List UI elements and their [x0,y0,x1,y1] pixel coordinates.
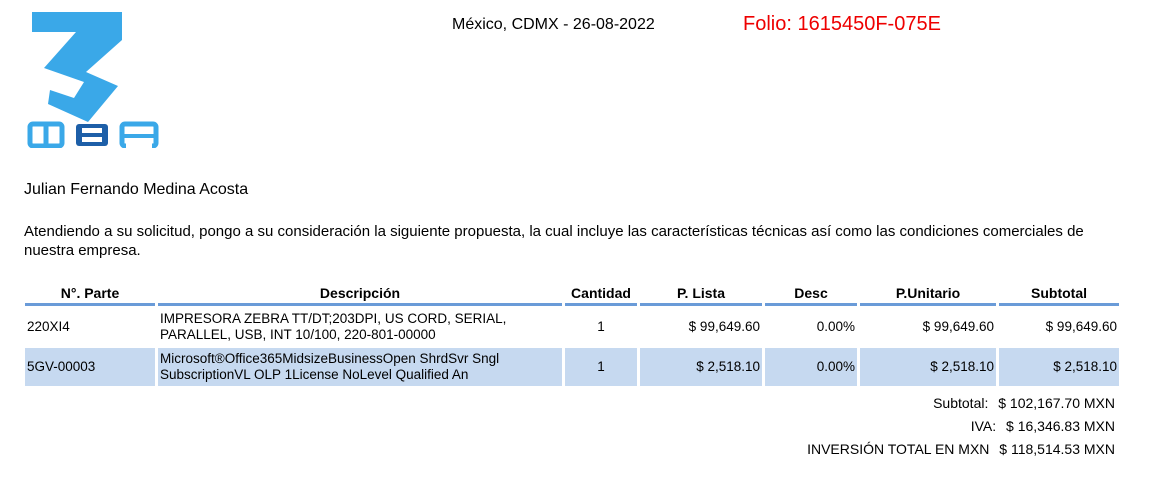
totals-block: Subtotal: $ 102,167.70 MXN IVA: $ 16,346… [807,392,1115,461]
table-row: 5GV-00003 Microsoft®Office365MidsizeBusi… [25,348,1119,386]
subtotal-label: Subtotal: [933,395,989,411]
column-header-discount: Desc [765,282,857,306]
cell-part: 220XI4 [27,319,70,334]
table-header-row: N°. Parte Descripción Cantidad P. Lista … [25,282,1119,306]
total-label: INVERSIÓN TOTAL EN MXN [807,441,990,457]
cell-list-price: $ 99,649.60 [688,319,760,334]
iva-label: IVA: [970,418,997,434]
column-header-subtotal: Subtotal [999,282,1119,306]
place-date: México, CDMX - 26-08-2022 [452,16,655,33]
subtotal-row: Subtotal: $ 102,167.70 MXN [807,392,1115,415]
intro-paragraph: Atendiendo a su solicitud, pongo a su co… [24,223,1084,259]
total-value: $ 118,514.53 MXN [999,441,1115,457]
column-header-quantity: Cantidad [565,282,637,306]
column-header-description: Descripción [158,282,562,306]
cell-unit-price: $ 2,518.10 [860,348,996,386]
cell-subtotal: $ 99,649.60 [1045,319,1117,334]
column-header-list-price: P. Lista [640,282,762,306]
recipient-name: Julian Fernando Medina Acosta [24,181,249,198]
subtotal-value: $ 102,167.70 MXN [998,395,1115,411]
cell-unit-price: $ 99,649.60 [922,319,994,334]
total-row: INVERSIÓN TOTAL EN MXN $ 118,514.53 MXN [807,438,1115,461]
table-row: 220XI4 IMPRESORA ZEBRA TT/DT;203DPI, US … [25,306,1119,348]
column-header-unit-price: P.Unitario [860,282,996,306]
cell-quantity: 1 [565,348,637,386]
cell-quantity: 1 [597,319,605,334]
cell-list-price: $ 2,518.10 [640,348,762,386]
iva-value: $ 16,346.83 MXN [1006,418,1115,434]
mbr-logo-icon [27,12,159,149]
folio-number: Folio: 1615450F-075E [743,13,941,35]
column-header-part: N°. Parte [25,282,155,306]
cell-discount: 0.00% [816,319,855,334]
cell-part: 5GV-00003 [25,348,155,386]
quote-items-table: N°. Parte Descripción Cantidad P. Lista … [22,282,1122,386]
company-logo [26,10,166,149]
cell-subtotal: $ 2,518.10 [999,348,1119,386]
cell-description: IMPRESORA ZEBRA TT/DT;203DPI, US CORD, S… [160,311,507,342]
cell-description: Microsoft®Office365MidsizeBusinessOpen S… [158,348,562,386]
iva-row: IVA: $ 16,346.83 MXN [807,415,1115,438]
cell-discount: 0.00% [765,348,857,386]
